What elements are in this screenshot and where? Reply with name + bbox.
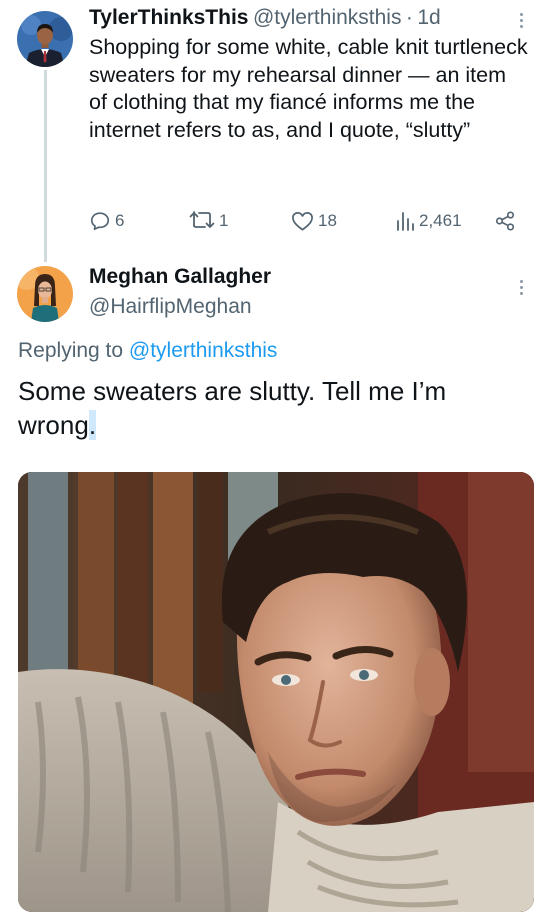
tweet-author-name[interactable]: TylerThinksThis xyxy=(89,6,248,29)
reply-button[interactable]: 6 xyxy=(89,210,124,232)
views-button[interactable]: 2,461 xyxy=(395,210,462,232)
reply-text-main: Some sweaters are slutty. Tell me I’m wr… xyxy=(18,376,447,440)
tweet-author-handle[interactable]: @tylerthinksthis xyxy=(253,6,402,29)
more-icon[interactable] xyxy=(520,13,524,28)
replying-to-link[interactable]: @tylerthinksthis xyxy=(129,339,278,362)
share-button[interactable] xyxy=(494,210,516,237)
retweet-count: 1 xyxy=(219,211,229,230)
avatar-image xyxy=(17,266,73,322)
replying-to-prefix: Replying to xyxy=(18,339,129,362)
reply-icon xyxy=(90,212,110,231)
reply-author-handle[interactable]: @HairflipMeghan xyxy=(89,295,252,319)
reply-text-selection: . xyxy=(88,410,97,440)
share-icon xyxy=(495,211,515,231)
reply-count: 6 xyxy=(115,211,125,230)
tweet-header: TylerThinksThis @tylerthinksthis · 1d xyxy=(89,6,441,30)
portrait-photo xyxy=(18,472,534,912)
tweet-separator: · xyxy=(405,6,413,29)
like-count: 18 xyxy=(318,211,337,230)
reply-author-avatar[interactable] xyxy=(17,266,73,322)
tweet-media-image[interactable] xyxy=(18,472,534,912)
tweet-text: Shopping for some white, cable knit turt… xyxy=(89,35,528,142)
tweet-author-avatar[interactable] xyxy=(17,11,73,67)
replying-to-line: Replying to @tylerthinksthis xyxy=(18,339,277,363)
views-count: 2,461 xyxy=(419,211,462,230)
like-button[interactable]: 18 xyxy=(291,210,337,232)
reply-author-name[interactable]: Meghan Gallagher xyxy=(89,265,271,289)
heart-icon xyxy=(292,211,313,231)
retweet-icon xyxy=(189,211,215,228)
avatar-image xyxy=(17,11,73,67)
more-icon[interactable] xyxy=(520,280,524,295)
reply-text: Some sweaters are slutty. Tell me I’m wr… xyxy=(18,374,518,442)
bar-chart-icon xyxy=(397,212,414,231)
tweet-timestamp[interactable]: 1d xyxy=(417,6,440,29)
thread-connector-line xyxy=(44,70,47,262)
retweet-button[interactable]: 1 xyxy=(189,210,228,232)
